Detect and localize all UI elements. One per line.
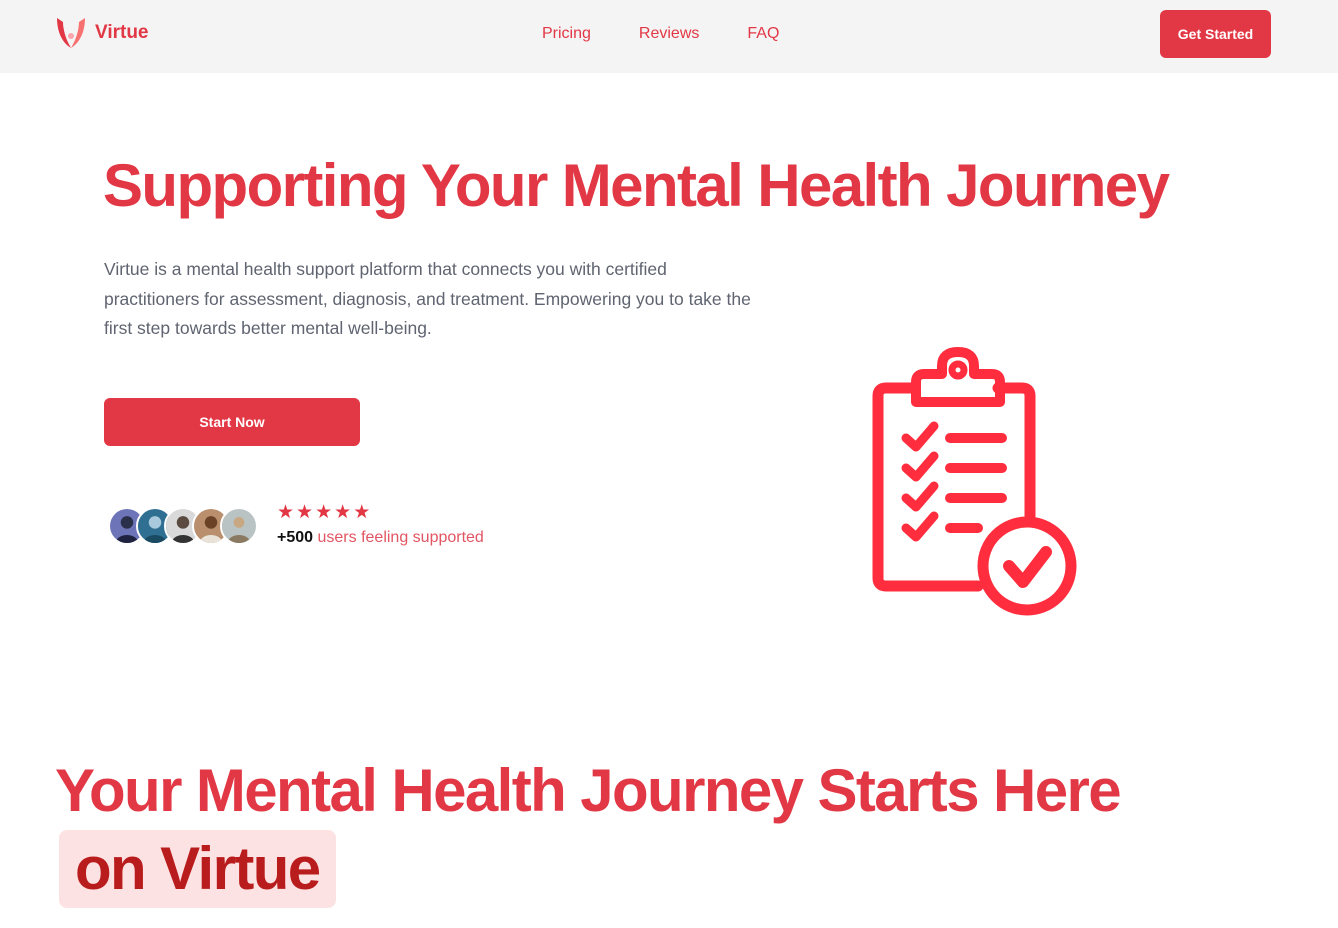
- star-icon: ★: [296, 501, 314, 523]
- nav-links: Pricing Reviews FAQ: [542, 25, 779, 43]
- users-count: +500: [277, 529, 314, 546]
- brand-logo-link[interactable]: Virtue: [55, 16, 149, 50]
- section-title-highlight: on Virtue: [59, 830, 336, 908]
- nav-link-faq[interactable]: FAQ: [747, 25, 779, 43]
- brand-name: Virtue: [95, 22, 149, 43]
- get-started-button[interactable]: Get Started: [1160, 10, 1271, 58]
- star-icon: ★: [277, 501, 295, 523]
- hero-title: Supporting Your Mental Health Journey: [103, 152, 1170, 219]
- star-icon: ★: [334, 501, 352, 523]
- nav-link-reviews[interactable]: Reviews: [639, 25, 699, 43]
- start-now-button[interactable]: Start Now: [104, 398, 360, 446]
- hands-logo-icon: [57, 18, 85, 48]
- nav-link-pricing[interactable]: Pricing: [542, 25, 591, 43]
- rating-stars: ★ ★ ★ ★ ★: [277, 502, 370, 522]
- users-supported: +500 users feeling supported: [277, 529, 484, 547]
- avatar: [220, 507, 258, 545]
- users-supported-text: users feeling supported: [317, 529, 484, 546]
- star-icon: ★: [315, 501, 333, 523]
- star-icon: ★: [353, 501, 371, 523]
- clipboard-checklist-icon: [872, 347, 1077, 616]
- section-title: Your Mental Health Journey Starts Here o…: [55, 752, 1155, 908]
- hero-description: Virtue is a mental health support platfo…: [104, 259, 751, 338]
- top-navbar: Virtue Pricing Reviews FAQ Get Started: [0, 0, 1338, 73]
- user-avatars: [108, 507, 260, 545]
- section-title-main: Your Mental Health Journey Starts Here: [55, 757, 1122, 824]
